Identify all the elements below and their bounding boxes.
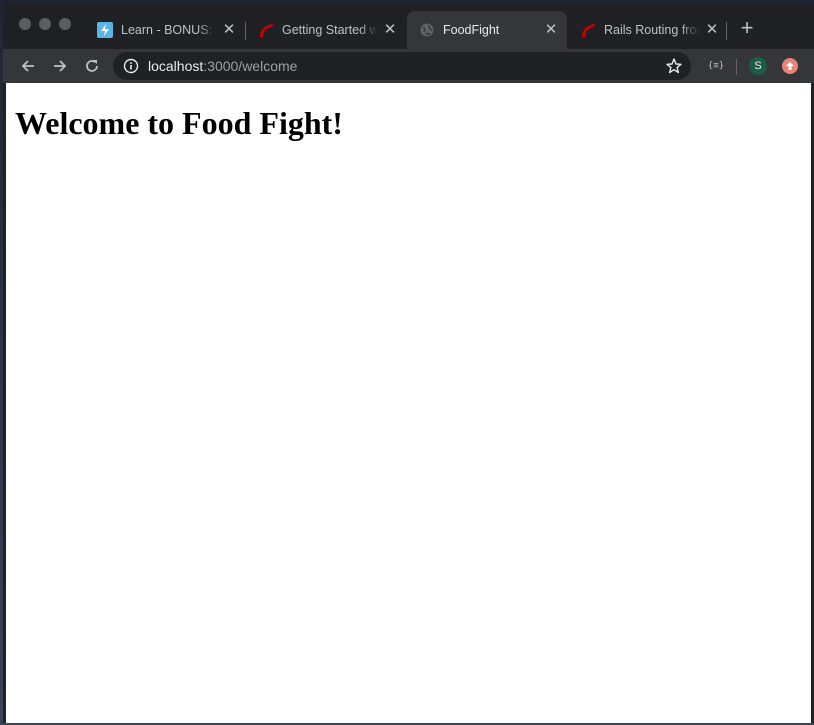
- page-viewport: Welcome to Food Fight!: [6, 83, 811, 723]
- info-icon[interactable]: [123, 58, 139, 74]
- tab-rails-routing[interactable]: Rails Routing from the Outside In ✕: [568, 11, 728, 49]
- close-tab-icon[interactable]: ✕: [704, 22, 720, 38]
- arrow-right-icon: [54, 60, 67, 72]
- bookmark-star-icon[interactable]: [665, 57, 683, 75]
- tab-title: FoodFight: [443, 23, 500, 37]
- tab-learn[interactable]: Learn - BONUS: Building a Rails app ✕: [85, 11, 245, 49]
- reload-button[interactable]: [80, 54, 104, 78]
- json-viewer-extension-icon[interactable]: {≡}: [705, 58, 727, 74]
- profile-avatar[interactable]: S: [749, 57, 767, 75]
- tab-title: Getting Started with Rails: [282, 23, 378, 37]
- close-tab-icon[interactable]: ✕: [221, 22, 237, 38]
- tab-title: Learn - BONUS: Building a Rails app: [121, 23, 217, 37]
- rails-icon: [258, 22, 274, 38]
- reload-icon: [86, 60, 98, 72]
- zoom-window-button[interactable]: [59, 18, 71, 30]
- tab-getting-started[interactable]: Getting Started with Rails ✕: [246, 11, 406, 49]
- globe-icon: [419, 22, 435, 38]
- arrow-left-icon: [21, 60, 34, 72]
- tab-divider: [726, 22, 727, 40]
- back-button[interactable]: [16, 54, 40, 78]
- rails-icon: [580, 22, 596, 38]
- close-tab-icon[interactable]: ✕: [543, 22, 559, 38]
- update-icon[interactable]: [782, 58, 798, 74]
- forward-button[interactable]: [48, 54, 72, 78]
- toolbar-divider: [736, 59, 737, 75]
- url-text[interactable]: localhost:3000/welcome: [148, 58, 297, 74]
- browser-window: Learn - BONUS: Building a Rails app ✕ Ge…: [3, 3, 814, 723]
- page-heading: Welcome to Food Fight!: [15, 105, 343, 141]
- close-window-button[interactable]: [19, 18, 31, 30]
- tab-title: Rails Routing from the Outside In: [604, 23, 700, 37]
- minimize-window-button[interactable]: [39, 18, 51, 30]
- tab-foodfight[interactable]: FoodFight ✕: [407, 11, 567, 49]
- url-host: localhost: [148, 58, 204, 74]
- tab-strip: Learn - BONUS: Building a Rails app ✕ Ge…: [3, 3, 814, 49]
- url-path: :3000/welcome: [203, 58, 298, 74]
- address-bar[interactable]: localhost:3000/welcome: [113, 52, 691, 80]
- new-tab-button[interactable]: +: [735, 17, 759, 41]
- learn-lightning-icon: [97, 22, 113, 38]
- toolbar: localhost:3000/welcome {≡} S: [3, 49, 814, 83]
- close-tab-icon[interactable]: ✕: [382, 22, 398, 38]
